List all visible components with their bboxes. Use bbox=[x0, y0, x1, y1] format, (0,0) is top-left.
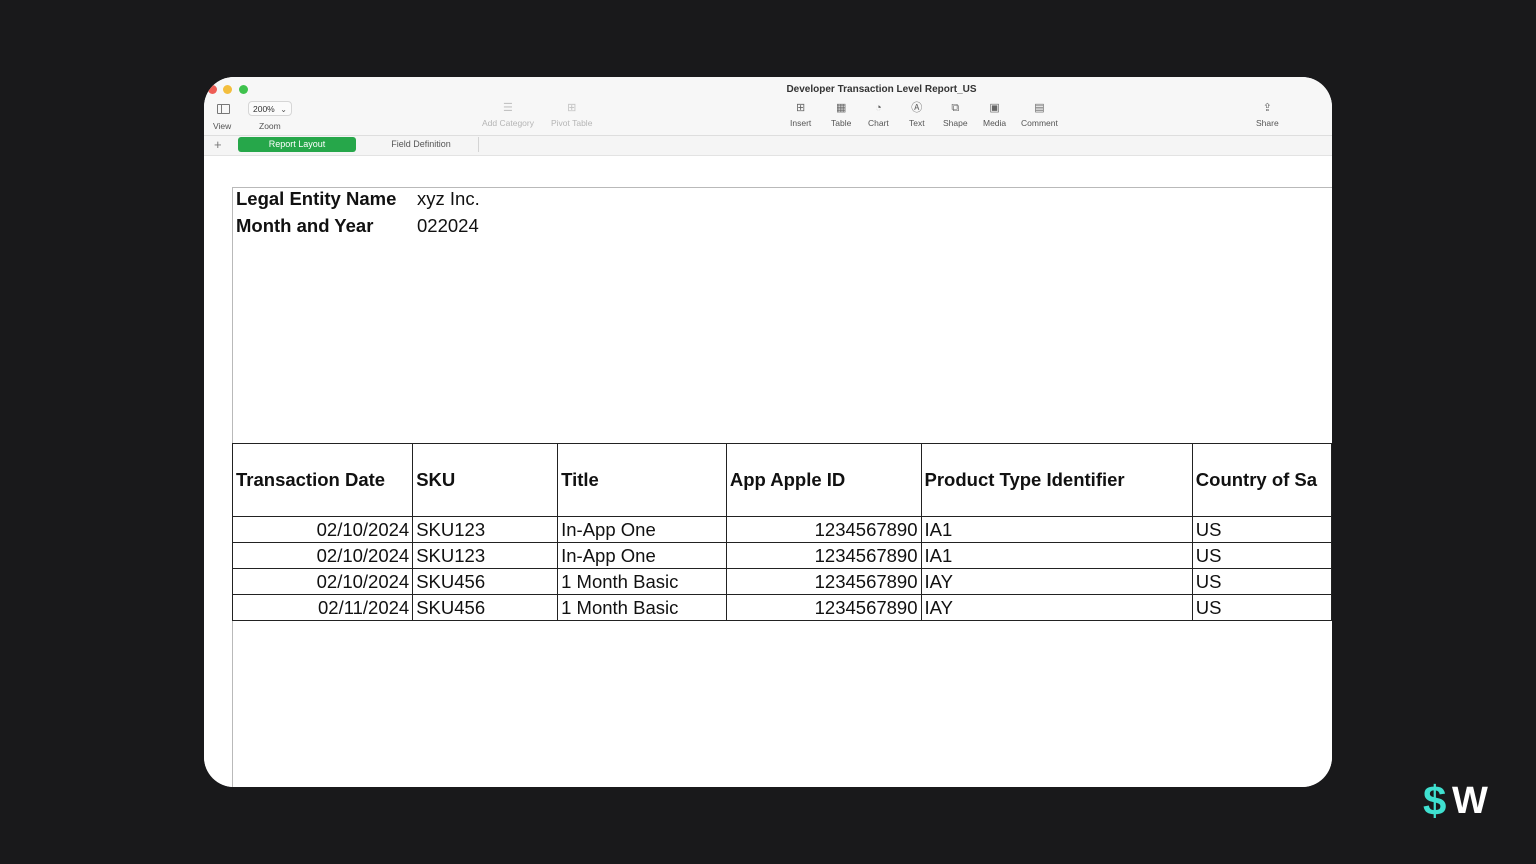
pivot-table-button[interactable]: ⊞ Pivot Table bbox=[551, 102, 593, 129]
month-year-value[interactable]: 022024 bbox=[417, 215, 479, 237]
pivot-table-label: Pivot Table bbox=[551, 118, 593, 128]
comment-icon: ▤ bbox=[1034, 102, 1045, 114]
svg-text:$: $ bbox=[1423, 777, 1446, 824]
table-cell[interactable]: 1 Month Basic bbox=[557, 568, 727, 595]
table-cell[interactable]: 02/10/2024 bbox=[231, 542, 414, 569]
chart-label: Chart bbox=[868, 118, 889, 128]
table-cell[interactable]: 1234567890 bbox=[725, 594, 922, 621]
transaction-table: Transaction Date SKU Title App Apple ID … bbox=[231, 443, 1332, 621]
share-button[interactable]: ⇪ Share bbox=[1256, 102, 1279, 129]
insert-label: Insert bbox=[790, 118, 812, 128]
table-cell[interactable]: SKU456 bbox=[412, 568, 559, 595]
table-cell[interactable]: In-App One bbox=[557, 542, 727, 569]
column-header[interactable]: SKU bbox=[412, 443, 559, 517]
table-cell[interactable]: 1 Month Basic bbox=[557, 594, 727, 621]
table-cell[interactable]: IAY bbox=[920, 594, 1193, 621]
share-label: Share bbox=[1256, 118, 1279, 128]
tab-field-definition[interactable]: Field Definition bbox=[364, 137, 479, 152]
table-header-row: Transaction Date SKU Title App Apple ID … bbox=[231, 443, 1332, 517]
text-label: Text bbox=[909, 118, 925, 128]
table-cell[interactable]: 1234567890 bbox=[725, 568, 922, 595]
brand-logo: $ W bbox=[1423, 777, 1488, 824]
add-category-button[interactable]: ☰ Add Category bbox=[482, 102, 534, 129]
table-cell[interactable]: 1234567890 bbox=[725, 516, 922, 543]
table-cell[interactable]: In-App One bbox=[557, 516, 727, 543]
insert-icon: ⊞ bbox=[796, 102, 806, 114]
table-row: 02/10/2024 SKU123 In-App One 1234567890 … bbox=[231, 516, 1332, 543]
zoom-value: 200% bbox=[253, 104, 275, 114]
media-button[interactable]: ▣ Media bbox=[983, 102, 1007, 129]
insert-button[interactable]: ⊞ Insert bbox=[790, 102, 812, 129]
table-cell[interactable]: 1234567890 bbox=[725, 542, 922, 569]
table-row: 02/11/2024 SKU456 1 Month Basic 12345678… bbox=[231, 594, 1332, 621]
table-cell[interactable]: US bbox=[1191, 594, 1332, 621]
zoom-select[interactable]: 200% ⌄ bbox=[248, 101, 292, 116]
numbers-window: Developer Transaction Level Report_US Vi… bbox=[204, 77, 1332, 787]
add-category-label: Add Category bbox=[482, 118, 534, 128]
text-button[interactable]: Ⓐ Text bbox=[909, 102, 925, 129]
table-cell[interactable]: SKU123 bbox=[412, 516, 559, 543]
table-row: 02/10/2024 SKU123 In-App One 1234567890 … bbox=[231, 542, 1332, 569]
add-sheet-button[interactable]: + bbox=[214, 137, 222, 152]
shape-icon: ⧉ bbox=[951, 102, 960, 114]
window-title: Developer Transaction Level Report_US bbox=[786, 84, 977, 95]
svg-text:W: W bbox=[1452, 780, 1488, 822]
column-header[interactable]: Title bbox=[557, 443, 727, 517]
column-header[interactable]: App Apple ID bbox=[725, 443, 922, 517]
tab-report-layout[interactable]: Report Layout bbox=[238, 137, 356, 152]
table-label: Table bbox=[831, 118, 852, 128]
sidebar-view-icon[interactable] bbox=[217, 104, 230, 114]
table-cell[interactable]: 02/10/2024 bbox=[231, 516, 414, 543]
table-icon: ▦ bbox=[835, 102, 847, 114]
table-button[interactable]: ▦ Table bbox=[831, 102, 852, 129]
view-label: View bbox=[213, 121, 232, 131]
chart-icon: ◔ bbox=[875, 102, 882, 114]
sheet-canvas: Legal Entity Name xyz Inc. Month and Yea… bbox=[204, 156, 1332, 787]
column-header[interactable]: Transaction Date bbox=[231, 443, 414, 517]
table-cell[interactable]: US bbox=[1191, 516, 1332, 543]
table-cell[interactable]: 02/11/2024 bbox=[231, 594, 414, 621]
table-cell[interactable]: IA1 bbox=[920, 542, 1193, 569]
column-header[interactable]: Product Type Identifier bbox=[920, 443, 1193, 517]
media-label: Media bbox=[983, 118, 1007, 128]
shape-button[interactable]: ⧉ Shape bbox=[943, 102, 968, 129]
shape-label: Shape bbox=[943, 118, 968, 128]
comment-label: Comment bbox=[1021, 118, 1058, 128]
table-cell[interactable]: US bbox=[1191, 568, 1332, 595]
table-cell[interactable]: SKU123 bbox=[412, 542, 559, 569]
share-icon: ⇪ bbox=[1262, 102, 1272, 114]
pivot-table-icon: ⊞ bbox=[567, 102, 577, 114]
zoom-label: Zoom bbox=[259, 121, 281, 131]
list-icon: ☰ bbox=[503, 102, 513, 114]
table-cell[interactable]: IA1 bbox=[920, 516, 1193, 543]
legal-entity-label: Legal Entity Name bbox=[236, 188, 397, 209]
chevron-down-icon: ⌄ bbox=[280, 105, 287, 114]
media-icon: ▣ bbox=[989, 102, 1000, 114]
sheet-tab-bar: + Report Layout Field Definition bbox=[204, 136, 1332, 156]
text-box-icon: Ⓐ bbox=[911, 102, 923, 114]
table-cell[interactable]: SKU456 bbox=[412, 594, 559, 621]
month-year-label: Month and Year bbox=[236, 215, 374, 236]
table-cell[interactable]: 02/10/2024 bbox=[231, 568, 414, 595]
comment-button[interactable]: ▤ Comment bbox=[1021, 102, 1058, 129]
chart-button[interactable]: ◔ Chart bbox=[868, 102, 889, 129]
table-cell[interactable]: IAY bbox=[920, 568, 1193, 595]
column-header[interactable]: Country of Sa bbox=[1191, 443, 1332, 517]
table-cell[interactable]: US bbox=[1191, 542, 1332, 569]
toolbar: Developer Transaction Level Report_US Vi… bbox=[204, 77, 1332, 136]
legal-entity-value[interactable]: xyz Inc. bbox=[417, 188, 480, 210]
table-row: 02/10/2024 SKU456 1 Month Basic 12345678… bbox=[231, 568, 1332, 595]
